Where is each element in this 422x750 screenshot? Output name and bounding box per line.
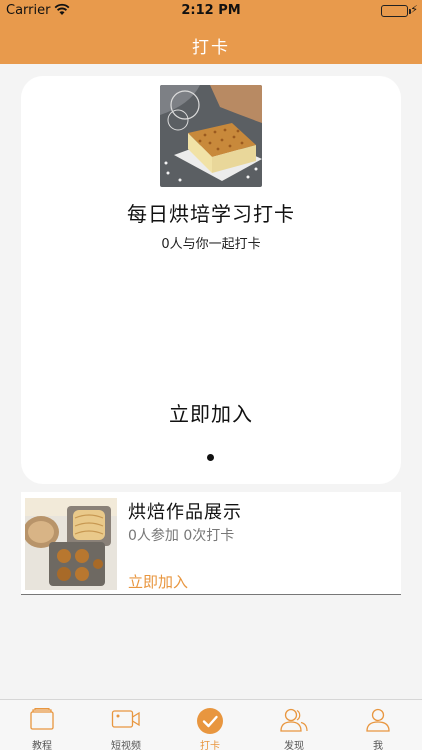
list-item-join-button[interactable]: 立即加入 xyxy=(128,571,188,592)
list-item[interactable]: 烘焙作品展示 0人参加 0次打卡 立即加入 xyxy=(21,492,401,595)
tab-tutorials[interactable]: 教程 xyxy=(0,700,84,750)
clock: 2:12 PM xyxy=(181,3,241,18)
tab-me[interactable]: 我 xyxy=(336,700,420,750)
list-item-title: 烘焙作品展示 xyxy=(128,502,242,523)
page-title: 打卡 xyxy=(192,38,230,58)
tab-label: 发现 xyxy=(284,741,304,750)
tab-label: 教程 xyxy=(32,741,52,750)
card-participants: 0人与你一起打卡 xyxy=(161,237,261,252)
join-button[interactable]: 立即加入 xyxy=(21,398,401,427)
video-camera-icon xyxy=(111,710,140,728)
people-icon xyxy=(280,708,308,732)
tab-short-video[interactable]: 短视频 xyxy=(84,700,168,750)
tab-discover[interactable]: 发现 xyxy=(252,700,336,750)
person-icon xyxy=(366,708,390,732)
battery-icon xyxy=(381,5,411,17)
header: Carrier 2:12 PM ⚡ 打卡 xyxy=(0,0,422,64)
checkmark-icon xyxy=(197,708,223,734)
tab-bar: 教程 短视频 打卡 发现 我 xyxy=(0,699,422,750)
featured-checkin-card[interactable]: 每日烘培学习打卡 0人与你一起打卡 立即加入 xyxy=(21,76,401,484)
tab-checkin[interactable]: 打卡 xyxy=(168,700,252,750)
bread-photo xyxy=(25,498,117,590)
tab-label: 打卡 xyxy=(200,741,220,750)
tab-label: 短视频 xyxy=(111,741,141,750)
page-indicator-dot xyxy=(207,454,214,461)
tab-label: 我 xyxy=(373,741,383,750)
status-bar: Carrier 2:12 PM ⚡ xyxy=(0,0,422,22)
folder-icon xyxy=(30,707,54,730)
list-item-stats: 0人参加 0次打卡 xyxy=(128,528,235,544)
cake-photo xyxy=(160,85,262,187)
card-title: 每日烘培学习打卡 xyxy=(127,202,295,226)
charging-icon: ⚡ xyxy=(410,3,418,16)
